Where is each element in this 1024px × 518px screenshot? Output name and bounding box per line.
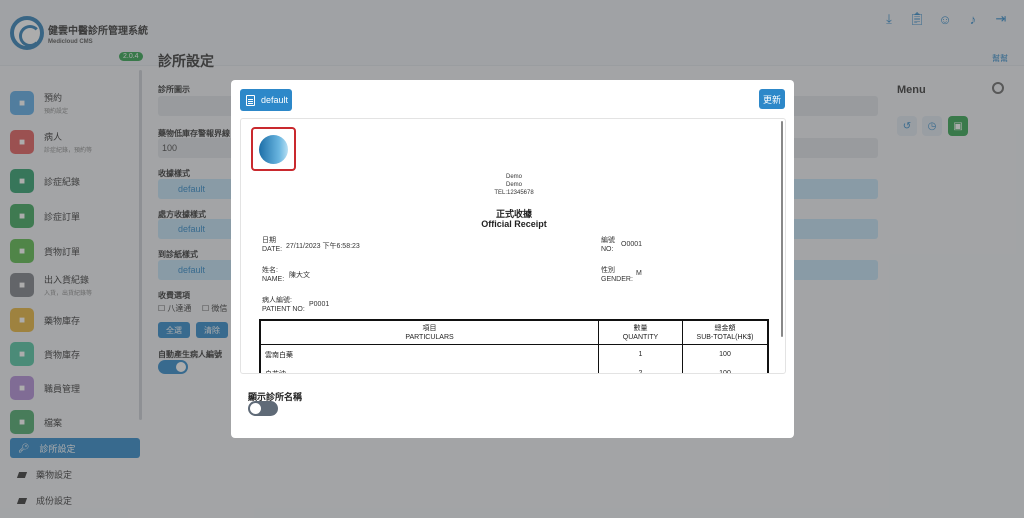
receipt-title-en: Official Receipt: [481, 219, 547, 229]
header-particulars: 項目 PARTICULARS: [261, 321, 599, 344]
template-button[interactable]: default: [240, 89, 292, 111]
items-table-header: 項目 PARTICULARS 數量 QUANTITY 總金額 SUB-TOTAL(HK…: [261, 321, 767, 345]
items-table: 項目 PARTICULARS 數量 QUANTITY 總金額 SUB-TOTAL(HK…: [259, 319, 769, 373]
gender-value: M: [636, 270, 642, 277]
document-icon: [246, 94, 255, 106]
date-value: 27/11/2023 下午6:58:23: [286, 243, 360, 250]
clinic-logo-box[interactable]: [251, 127, 296, 171]
show-clinic-name-toggle[interactable]: [248, 401, 278, 416]
header-quantity: 數量 QUANTITY: [599, 321, 683, 344]
number-value: O0001: [621, 241, 643, 248]
gender-label: 性別 GENDER:: [601, 267, 633, 283]
receipt-scrollbar[interactable]: [781, 121, 783, 337]
clinic-tel: TEL:12345678: [494, 190, 534, 196]
receipt-preview[interactable]: Demo Demo TEL:12345678 正式收據 Official Rec…: [240, 118, 786, 374]
clinic-name-2: Demo: [505, 182, 522, 188]
date-label: 日期 DATE:: [262, 237, 283, 253]
header-subtotal: 總金額 SUB-TOTAL(HK$): [696, 324, 754, 341]
name-label: 姓名: NAME:: [262, 267, 285, 283]
table-row: 白花油 2 100: [261, 364, 767, 373]
template-name: default: [261, 95, 289, 105]
name-value: 陳大文: [289, 272, 310, 279]
clinic-logo: [259, 134, 288, 164]
patient-no-value: P0001: [309, 301, 330, 308]
table-row: 雲南白藥 1 100: [261, 345, 767, 364]
update-button[interactable]: 更新: [759, 89, 785, 109]
clinic-name: Demo: [505, 174, 522, 180]
patient-no-label: 病人編號: PATIENT NO:: [262, 297, 305, 313]
number-label: 編號 NO:: [601, 237, 615, 253]
receipt-preview-modal: default 更新 Demo Demo TEL:12345678 正式收據 O…: [231, 80, 794, 438]
